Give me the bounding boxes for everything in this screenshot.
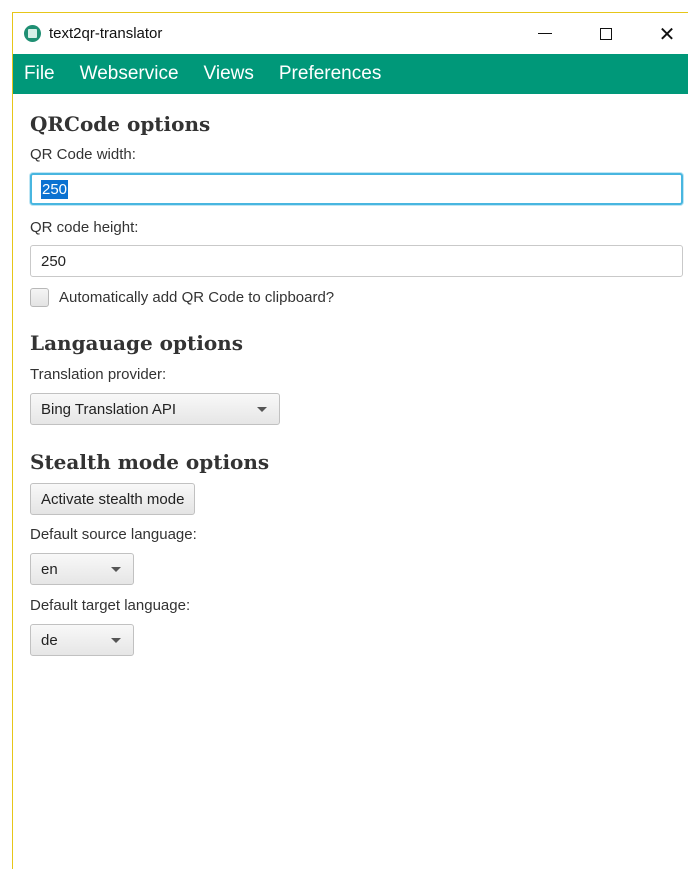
app-icon — [24, 25, 41, 42]
maximize-icon — [600, 27, 612, 40]
menu-preferences[interactable]: Preferences — [279, 63, 381, 85]
translation-provider-select[interactable]: Bing Translation API — [30, 393, 280, 425]
source-language-label: Default source language: — [30, 526, 197, 543]
clipboard-checkbox[interactable] — [30, 288, 49, 307]
minimize-button[interactable] — [522, 13, 568, 54]
qrcode-options-heading: QRCode options — [30, 112, 211, 136]
qr-height-value: 250 — [41, 252, 67, 270]
stealth-options-heading: Stealth mode options — [30, 450, 270, 474]
chevron-down-icon — [257, 407, 267, 412]
menu-bar: File Webservice Views Preferences — [13, 54, 688, 94]
qr-height-input[interactable]: 250 — [30, 245, 683, 277]
qr-width-input[interactable]: 250 — [30, 173, 683, 205]
qr-height-label: QR code height: — [30, 219, 139, 236]
qr-width-label: QR Code width: — [30, 146, 136, 163]
menu-views[interactable]: Views — [204, 63, 254, 85]
maximize-button[interactable] — [583, 13, 629, 54]
translation-provider-label: Translation provider: — [30, 366, 167, 383]
app-window: text2qr-translator ✕ File Webservice Vie… — [12, 12, 688, 869]
chevron-down-icon — [111, 567, 121, 572]
chevron-down-icon — [111, 638, 121, 643]
source-language-select[interactable]: en — [30, 553, 134, 585]
close-button[interactable]: ✕ — [644, 13, 688, 54]
menu-file[interactable]: File — [24, 63, 55, 85]
close-icon: ✕ — [658, 21, 676, 46]
window-title: text2qr-translator — [49, 25, 163, 42]
clipboard-option[interactable]: Automatically add QR Code to clipboard? — [30, 288, 334, 307]
clipboard-checkbox-label: Automatically add QR Code to clipboard? — [59, 289, 335, 306]
target-language-select[interactable]: de — [30, 624, 134, 656]
source-language-value: en — [41, 560, 58, 578]
target-language-value: de — [41, 631, 58, 649]
activate-stealth-button[interactable]: Activate stealth mode — [30, 483, 196, 515]
minimize-icon — [538, 33, 552, 34]
target-language-label: Default target language: — [30, 597, 191, 614]
language-options-heading: Langauage options — [30, 331, 243, 355]
title-bar[interactable]: text2qr-translator ✕ — [13, 13, 688, 54]
qr-width-value: 250 — [41, 179, 69, 199]
menu-webservice[interactable]: Webservice — [80, 63, 179, 85]
translation-provider-value: Bing Translation API — [41, 400, 177, 418]
